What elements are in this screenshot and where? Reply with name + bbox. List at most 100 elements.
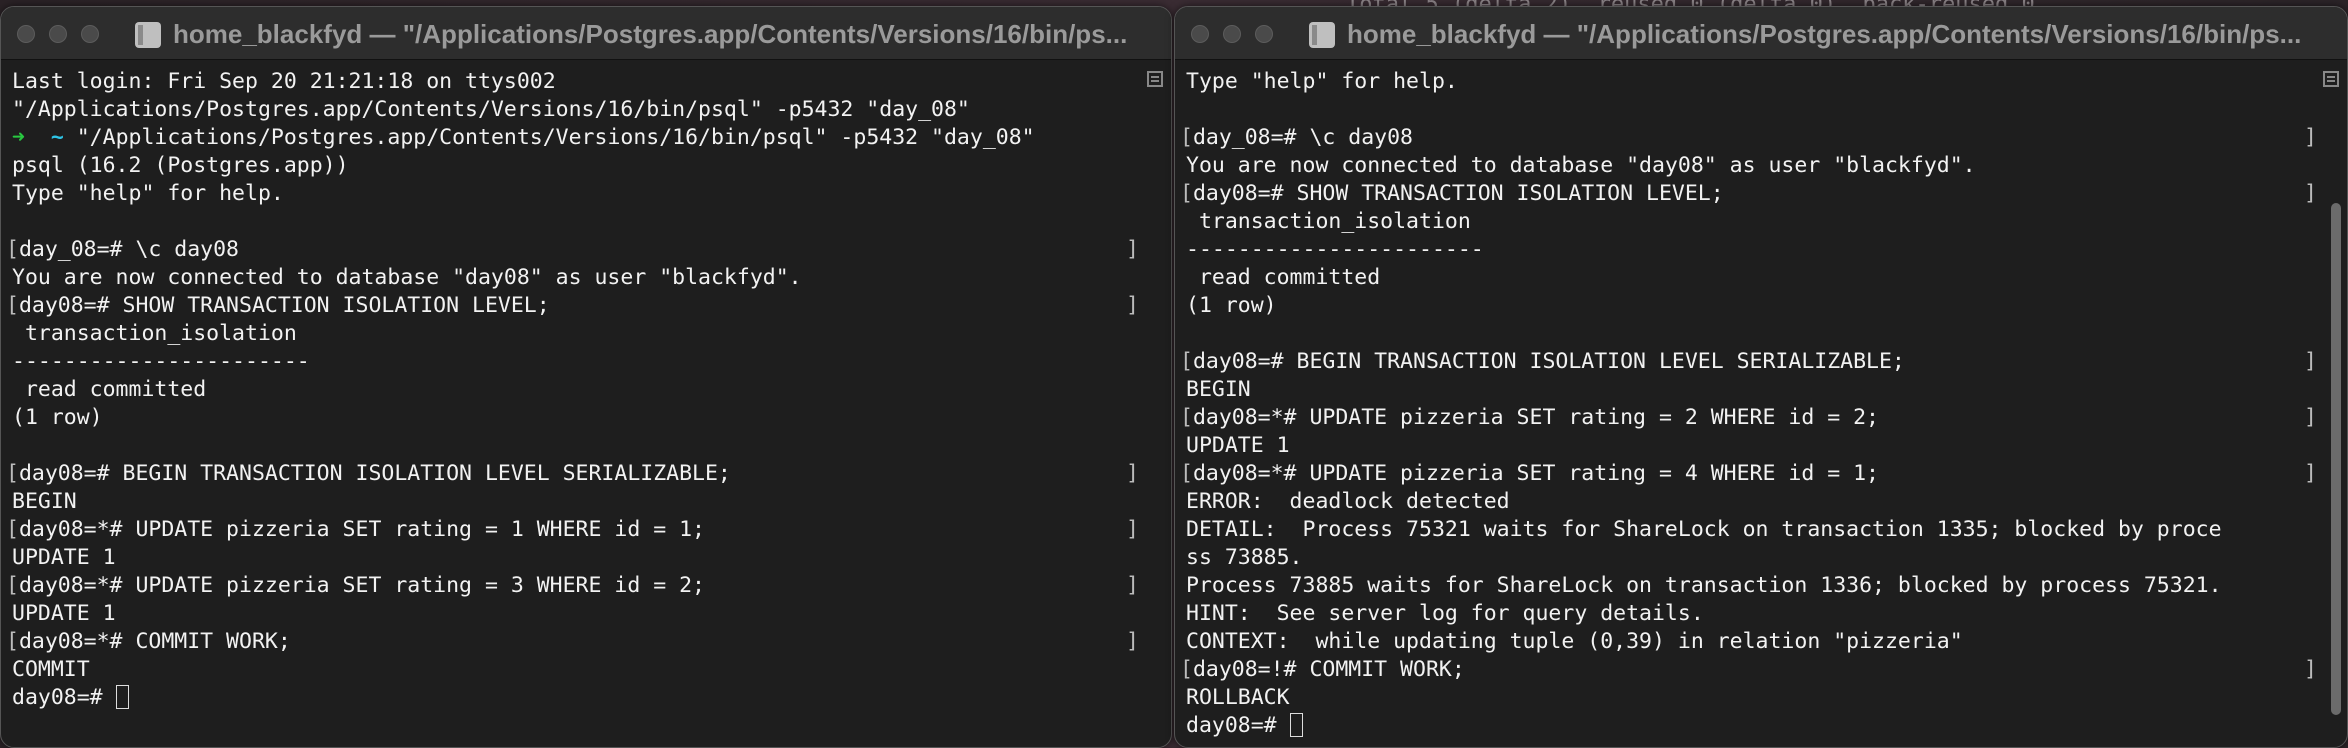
mark-bracket: [ [6,629,19,654]
command-line: [day08=*# UPDATE pizzeria SET rating = 3… [6,572,1171,600]
mark-bracket: [ [1180,657,1193,682]
mark-bracket: [ [1180,181,1193,206]
line-text: HINT: See server log for query details. [1186,601,1704,626]
line-text: day08=!# COMMIT WORK; [1192,657,1465,682]
terminal-output[interactable]: Type "help" for help. [day_08=# \c day08]… [1175,60,2347,747]
line-text: BEGIN [1186,377,1251,402]
output-line: Process 73885 waits for ShareLock on tra… [1186,572,2347,600]
line-text: ERROR: deadlock detected [1186,489,1510,514]
title-bar[interactable]: home_blackfyd — "/Applications/Postgres.… [1,7,1171,60]
output-line: You are now connected to database "day08… [1186,152,2347,180]
output-line: Last login: Fri Sep 20 21:21:18 on ttys0… [12,68,1171,96]
output-line: BEGIN [12,488,1171,516]
mark-bracket: ] [1126,237,1139,262]
line-text: day08=*# UPDATE pizzeria SET rating = 2 … [1192,405,1879,430]
line-text: Last login: Fri Sep 20 21:21:18 on ttys0… [12,69,556,94]
output-line: ----------------------- [12,348,1171,376]
output-line: UPDATE 1 [12,544,1171,572]
output-line: You are now connected to database "day08… [12,264,1171,292]
folder-icon [135,21,161,48]
command-line: [day08=*# UPDATE pizzeria SET rating = 4… [1180,460,2347,488]
close-button[interactable] [17,25,35,43]
mark-bracket: [ [1180,405,1193,430]
zoom-button[interactable] [1255,25,1273,43]
line-text: day_08=# \c day08 [1192,125,1414,150]
line-text: ----------------------- [12,349,310,374]
line-text: UPDATE 1 [1186,433,1290,458]
line-text: Type "help" for help. [12,181,284,206]
line-text: transaction_isolation [1186,209,1471,234]
output-line: read committed [1186,264,2347,292]
mark-bracket: [ [1180,461,1193,486]
mark-bracket: [ [1180,349,1193,374]
output-line: BEGIN [1186,376,2347,404]
output-line: transaction_isolation [1186,208,2347,236]
terminal-window-left[interactable]: home_blackfyd — "/Applications/Postgres.… [0,6,1172,748]
line-text: UPDATE 1 [12,545,116,570]
output-line: read committed [12,376,1171,404]
prompt-directory: ~ [50,125,77,150]
line-text: ROLLBACK [1186,685,1290,710]
line-text: "/Applications/Postgres.app/Contents/Ver… [76,125,1035,150]
line-text: transaction_isolation [12,321,297,346]
minimize-button[interactable] [1223,25,1241,43]
mark-bracket: ] [2304,405,2317,430]
output-line: ➜ ~ "/Applications/Postgres.app/Contents… [12,124,1171,152]
mark-bracket: ] [2304,181,2317,206]
line-text: (1 row) [12,405,103,430]
output-line: DETAIL: Process 75321 waits for ShareLoc… [1186,516,2347,544]
output-line: ss 73885. [1186,544,2347,572]
line-text: You are now connected to database "day08… [1186,153,1976,178]
line-text: day08=# BEGIN TRANSACTION ISOLATION LEVE… [1192,349,1905,374]
mark-bracket: ] [2304,461,2317,486]
output-line: UPDATE 1 [12,600,1171,628]
mark-bracket: [ [6,573,19,598]
mark-bracket: [ [6,237,19,262]
output-line: ROLLBACK [1186,684,2347,712]
line-text: ----------------------- [1186,237,1484,262]
window-title: home_blackfyd — "/Applications/Postgres.… [173,19,1128,49]
command-line: [day08=*# UPDATE pizzeria SET rating = 1… [6,516,1171,544]
output-line: transaction_isolation [12,320,1171,348]
line-text: UPDATE 1 [12,601,116,626]
mark-bracket: [ [1180,125,1193,150]
output-line: ----------------------- [1186,236,2347,264]
line-text: day08=# [1186,713,1290,738]
command-line: [day08=!# COMMIT WORK;] [1180,656,2347,684]
terminal-window-right[interactable]: home_blackfyd — "/Applications/Postgres.… [1174,6,2348,748]
line-text: Type "help" for help. [1186,69,1458,94]
line-text: day08=*# UPDATE pizzeria SET rating = 3 … [18,573,705,598]
output-line: ERROR: deadlock detected [1186,488,2347,516]
line-text: day_08=# \c day08 [18,237,240,262]
zoom-button[interactable] [81,25,99,43]
folder-icon [1309,21,1335,48]
line-text: day08=*# UPDATE pizzeria SET rating = 4 … [1192,461,1879,486]
line-text: (1 row) [1186,293,1277,318]
command-line: [day08=# BEGIN TRANSACTION ISOLATION LEV… [1180,348,2347,376]
command-line: [day08=# SHOW TRANSACTION ISOLATION LEVE… [1180,180,2347,208]
mark-bracket: ] [1126,293,1139,318]
window-title-group: home_blackfyd — "/Applications/Postgres.… [1309,19,2301,50]
command-line: [day_08=# \c day08] [6,236,1171,264]
line-text: day08=# SHOW TRANSACTION ISOLATION LEVEL… [1192,181,1724,206]
line-text: "/Applications/Postgres.app/Contents/Ver… [12,97,970,122]
command-line: [day_08=# \c day08] [1180,124,2347,152]
minimize-button[interactable] [49,25,67,43]
output-line: "/Applications/Postgres.app/Contents/Ver… [12,96,1171,124]
mark-bracket: [ [6,517,19,542]
title-bar[interactable]: home_blackfyd — "/Applications/Postgres.… [1175,7,2347,60]
mark-bracket: ] [2304,125,2317,150]
line-text: ss 73885. [1186,545,1303,570]
close-button[interactable] [1191,25,1209,43]
line-text: read committed [1186,265,1381,290]
terminal-output[interactable]: Last login: Fri Sep 20 21:21:18 on ttys0… [1,60,1171,747]
line-text: day08=# BEGIN TRANSACTION ISOLATION LEVE… [18,461,731,486]
line-text: read committed [12,377,207,402]
output-line: COMMIT [12,656,1171,684]
text-cursor [1289,713,1303,737]
mark-bracket: ] [2304,657,2317,682]
text-cursor [115,685,129,709]
